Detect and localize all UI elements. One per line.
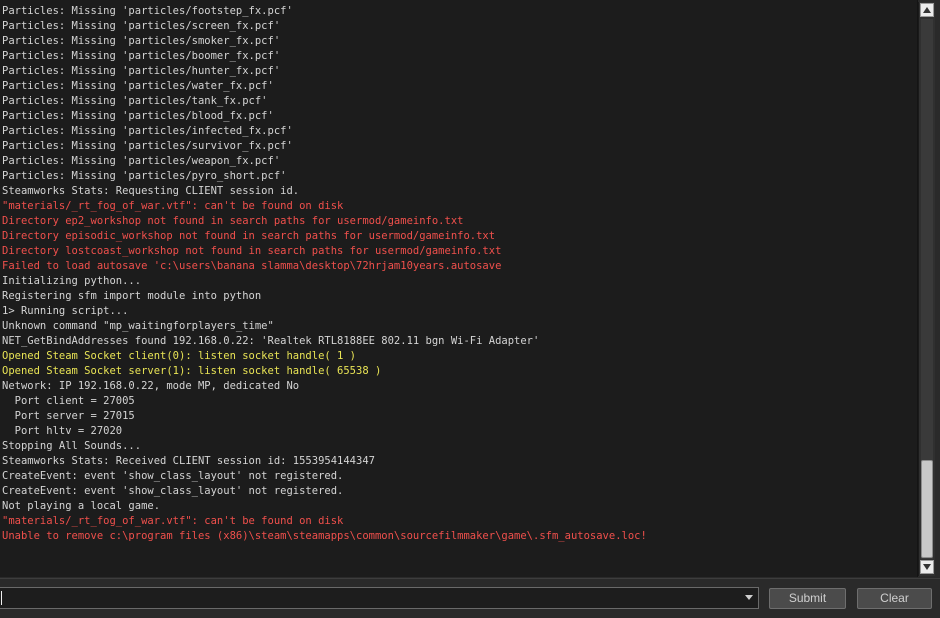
console-line: NET_GetBindAddresses found 192.168.0.22:…	[2, 335, 540, 347]
console-line: Network: IP 192.168.0.22, mode MP, dedic…	[2, 380, 300, 392]
triangle-down-icon	[745, 595, 753, 600]
triangle-down-icon	[923, 564, 931, 570]
console-line: Particles: Missing 'particles/boomer_fx.…	[2, 50, 281, 62]
console-line: Particles: Missing 'particles/hunter_fx.…	[2, 65, 281, 77]
console-line: Not playing a local game.	[2, 500, 161, 512]
triangle-up-icon	[923, 7, 931, 13]
console-line: Particles: Missing 'particles/screen_fx.…	[2, 20, 281, 32]
console-line: Failed to load autosave 'c:\users\banana…	[2, 260, 502, 272]
scroll-up-button[interactable]	[920, 3, 934, 17]
console-line: Registering sfm import module into pytho…	[2, 290, 262, 302]
console-output[interactable]: Particles: Missing 'particles/footstep_f…	[0, 0, 918, 577]
console-line: Particles: Missing 'particles/footstep_f…	[2, 5, 293, 17]
console-window: Particles: Missing 'particles/footstep_f…	[0, 0, 940, 618]
scroll-thumb[interactable]	[921, 460, 933, 558]
console-line: Directory episodic_workshop not found in…	[2, 230, 496, 242]
console-line: Directory lostcoast_workshop not found i…	[2, 245, 502, 257]
console-line: "materials/_rt_fog_of_war.vtf": can't be…	[2, 200, 344, 212]
console-log: Particles: Missing 'particles/footstep_f…	[2, 4, 647, 544]
scroll-down-button[interactable]	[920, 560, 934, 574]
console-line: Opened Steam Socket client(0): listen so…	[2, 350, 357, 362]
console-line: Particles: Missing 'particles/tank_fx.pc…	[2, 95, 268, 107]
console-line: Opened Steam Socket server(1): listen so…	[2, 365, 382, 377]
console-line: CreateEvent: event 'show_class_layout' n…	[2, 470, 344, 482]
console-line: Particles: Missing 'particles/pyro_short…	[2, 170, 287, 182]
console-line: Particles: Missing 'particles/weapon_fx.…	[2, 155, 281, 167]
clear-button[interactable]: Clear	[857, 588, 932, 609]
console-line: Particles: Missing 'particles/smoker_fx.…	[2, 35, 281, 47]
console-line: Steamworks Stats: Requesting CLIENT sess…	[2, 185, 300, 197]
console-line: Particles: Missing 'particles/infected_f…	[2, 125, 293, 137]
console-line: CreateEvent: event 'show_class_layout' n…	[2, 485, 344, 497]
console-line: Port client = 27005	[2, 395, 135, 407]
console-line: Unable to remove c:\program files (x86)\…	[2, 530, 647, 542]
console-line: Steamworks Stats: Received CLIENT sessio…	[2, 455, 375, 467]
console-line: Initializing python...	[2, 275, 142, 287]
console-line: Particles: Missing 'particles/blood_fx.p…	[2, 110, 274, 122]
submit-button[interactable]: Submit	[769, 588, 846, 609]
console-line: Port server = 27015	[2, 410, 135, 422]
console-line: "materials/_rt_fog_of_war.vtf": can't be…	[2, 515, 344, 527]
console-line: Particles: Missing 'particles/survivor_f…	[2, 140, 293, 152]
command-combobox[interactable]	[0, 587, 759, 609]
vertical-scrollbar[interactable]	[918, 2, 935, 576]
text-caret	[1, 591, 2, 605]
command-input[interactable]	[0, 588, 740, 608]
command-bar: Submit Clear	[0, 578, 940, 618]
console-line: Port hltv = 27020	[2, 425, 123, 437]
console-line: Stopping All Sounds...	[2, 440, 142, 452]
console-line: 1> Running script...	[2, 305, 129, 317]
combo-dropdown-button[interactable]	[741, 588, 757, 608]
console-line: Particles: Missing 'particles/water_fx.p…	[2, 80, 274, 92]
console-line: Directory ep2_workshop not found in sear…	[2, 215, 464, 227]
console-line: Unknown command "mp_waitingforplayers_ti…	[2, 320, 274, 332]
